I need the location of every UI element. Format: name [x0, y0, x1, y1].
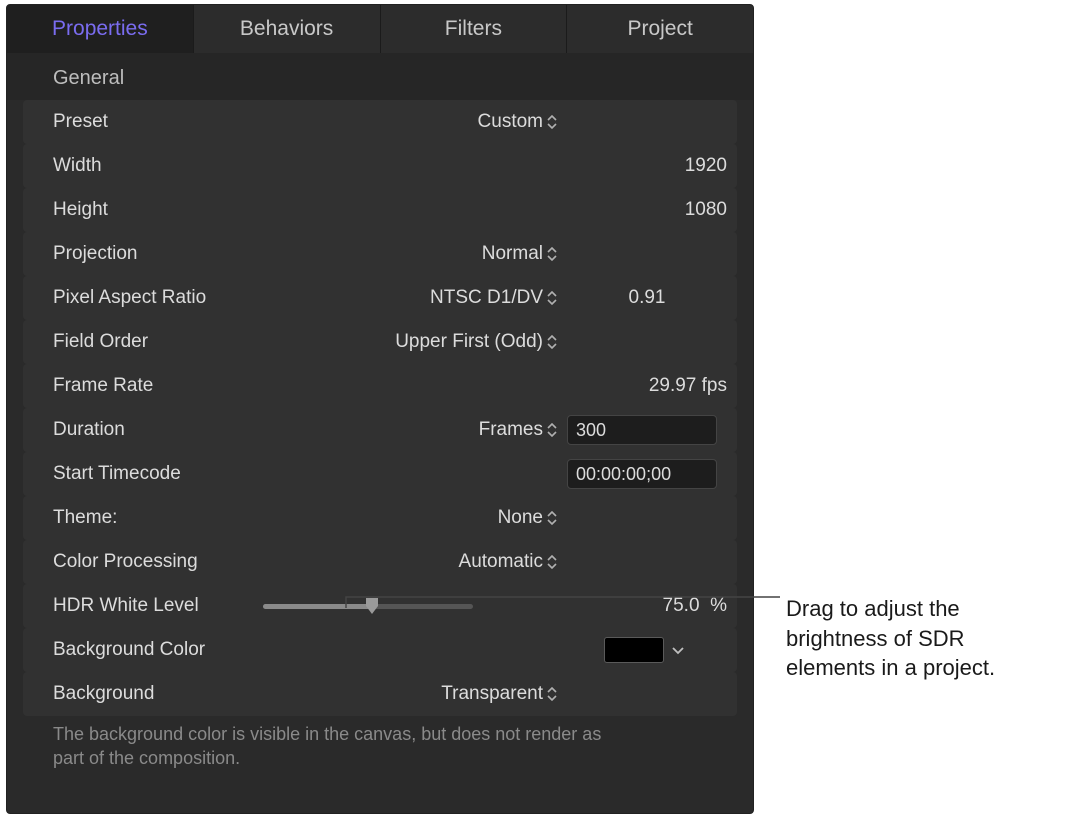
stage: Properties Behaviors Filters Project Gen… [0, 0, 1068, 820]
callout-leader [0, 0, 1068, 820]
callout-text: Drag to adjust the brightness of SDR ele… [786, 594, 1054, 683]
